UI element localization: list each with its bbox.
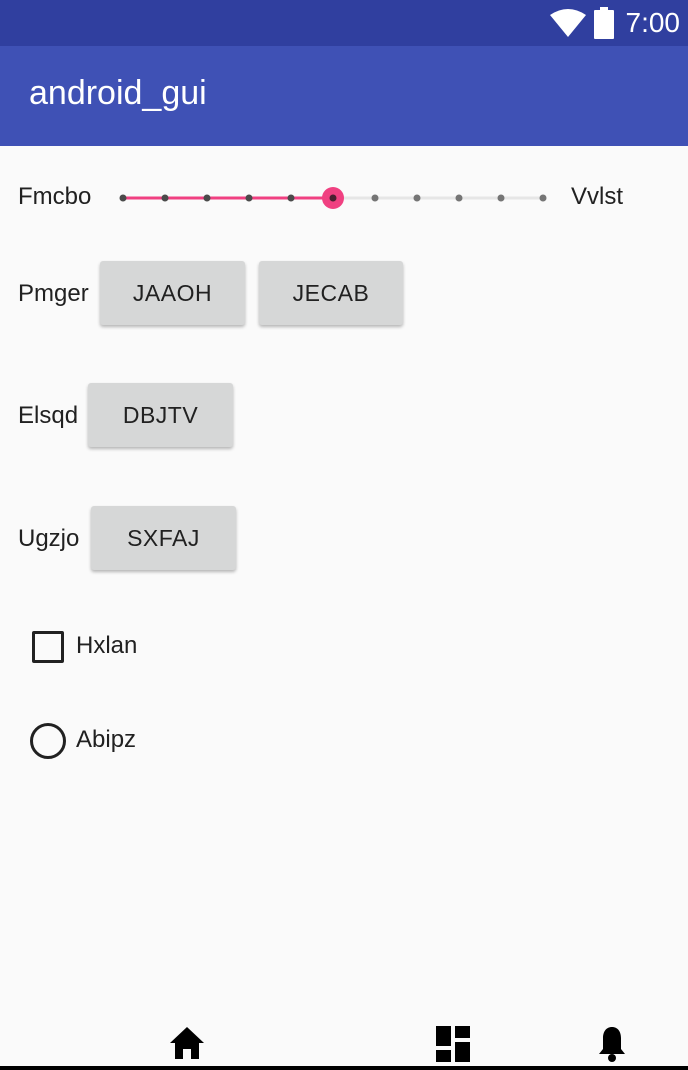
row-label-pmger: Pmger bbox=[18, 280, 89, 307]
dbjtv-button[interactable]: DBJTV bbox=[88, 383, 233, 447]
slider-left-label: Fmcbo bbox=[18, 183, 92, 210]
battery-icon bbox=[593, 7, 614, 39]
jecab-button[interactable]: JECAB bbox=[259, 261, 403, 325]
seek-bar-tick bbox=[497, 194, 505, 202]
seek-bar[interactable] bbox=[115, 180, 555, 216]
bottom-edge-line bbox=[0, 1066, 688, 1070]
home-icon[interactable] bbox=[169, 1026, 205, 1060]
seek-bar-tick bbox=[413, 194, 421, 202]
app-title: android_gui bbox=[29, 74, 207, 112]
seek-bar-tick bbox=[539, 194, 547, 202]
hxlan-checkbox[interactable] bbox=[32, 631, 64, 663]
jaaoh-button[interactable]: JAAOH bbox=[100, 261, 245, 325]
app-bar: android_gui bbox=[0, 46, 688, 146]
row-label-elsqd: Elsqd bbox=[18, 402, 79, 429]
seek-bar-tick bbox=[371, 194, 379, 202]
seek-bar-tick bbox=[203, 194, 211, 202]
status-bar: 7:00 bbox=[0, 0, 688, 46]
dashboard-icon[interactable] bbox=[436, 1026, 472, 1062]
status-icons: 7:00 bbox=[549, 6, 681, 40]
checkbox-label[interactable]: Hxlan bbox=[76, 632, 137, 660]
row-label-ugzjo: Ugzjo bbox=[18, 525, 80, 552]
notifications-icon[interactable] bbox=[597, 1025, 627, 1063]
seek-bar-tick bbox=[455, 194, 463, 202]
seek-bar-tick bbox=[287, 194, 295, 202]
seek-bar-thumb-tick bbox=[329, 194, 337, 202]
sxfaj-button[interactable]: SXFAJ bbox=[91, 506, 236, 570]
wifi-icon bbox=[549, 9, 586, 37]
radio-label[interactable]: Abipz bbox=[76, 726, 136, 754]
abipz-radio[interactable] bbox=[30, 723, 66, 759]
seek-bar-tick bbox=[161, 194, 169, 202]
status-time: 7:00 bbox=[625, 7, 681, 38]
slider-right-label: Vvlst bbox=[571, 183, 624, 210]
seek-bar-tick bbox=[119, 194, 127, 202]
seek-bar-tick bbox=[245, 194, 253, 202]
